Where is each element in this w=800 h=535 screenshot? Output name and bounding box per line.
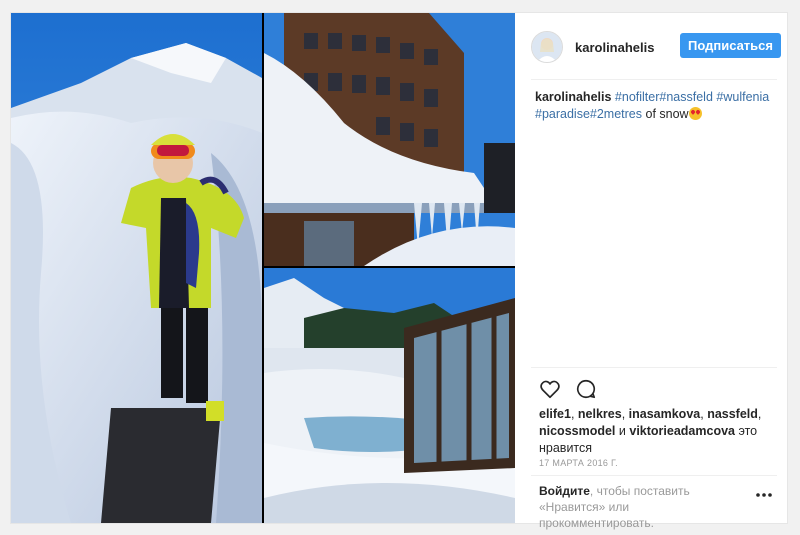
likes-and-word: и bbox=[618, 424, 626, 438]
follow-button[interactable]: Подписаться bbox=[679, 33, 781, 58]
liker-link[interactable]: nicossmodel bbox=[539, 424, 615, 438]
heart-eyes-emoji-icon bbox=[688, 107, 702, 120]
hashtag-link[interactable]: #nofilter bbox=[615, 90, 659, 104]
post-actions bbox=[539, 378, 597, 400]
liker-link[interactable]: viktorieadamcova bbox=[629, 424, 735, 438]
liker-link[interactable]: nassfeld bbox=[707, 407, 758, 421]
login-link[interactable]: Войдите bbox=[539, 484, 590, 498]
hashtag-link[interactable]: #nassfeld bbox=[659, 90, 713, 104]
caption-username[interactable]: karolinahelis bbox=[535, 90, 611, 104]
hashtag-link[interactable]: #2metres bbox=[590, 107, 642, 121]
post-header: karolinahelis Подписаться bbox=[531, 27, 781, 67]
post-photo-collage[interactable] bbox=[11, 13, 515, 523]
avatar[interactable] bbox=[531, 31, 563, 63]
liker-link[interactable]: nelkres bbox=[578, 407, 622, 421]
comment-divider bbox=[531, 475, 777, 476]
more-dots-icon[interactable] bbox=[755, 491, 773, 499]
likes-summary: elife1, nelkres, inasamkova, nassfeld, n… bbox=[539, 407, 762, 455]
header-divider bbox=[531, 79, 777, 80]
post-card: karolinahelis Подписаться karolinahelis … bbox=[10, 12, 788, 530]
caption-text: of snow bbox=[642, 107, 689, 121]
post-sidebar: karolinahelis Подписаться karolinahelis … bbox=[515, 13, 787, 530]
photo-outdoor-pool bbox=[264, 268, 515, 523]
hashtag-link[interactable]: #wulfenia bbox=[716, 90, 769, 104]
liker-link[interactable]: inasamkova bbox=[629, 407, 701, 421]
heart-icon[interactable] bbox=[539, 378, 561, 400]
post-date[interactable]: 17 МАРТА 2016 Г. bbox=[539, 458, 618, 468]
photo-hotel-snow-roof bbox=[264, 13, 515, 266]
liker-link[interactable]: elife1 bbox=[539, 407, 571, 421]
hashtag-link[interactable]: #paradise bbox=[535, 107, 590, 121]
comment-login-prompt: Войдите, чтобы поставить «Нравится» или … bbox=[539, 483, 739, 531]
actions-divider bbox=[531, 367, 777, 368]
username-link[interactable]: karolinahelis bbox=[575, 40, 654, 55]
post-caption: karolinahelis #nofilter#nassfeld #wulfen… bbox=[535, 89, 775, 123]
photo-skier-snow-wall bbox=[11, 13, 262, 523]
comment-bubble-icon[interactable] bbox=[575, 378, 597, 400]
